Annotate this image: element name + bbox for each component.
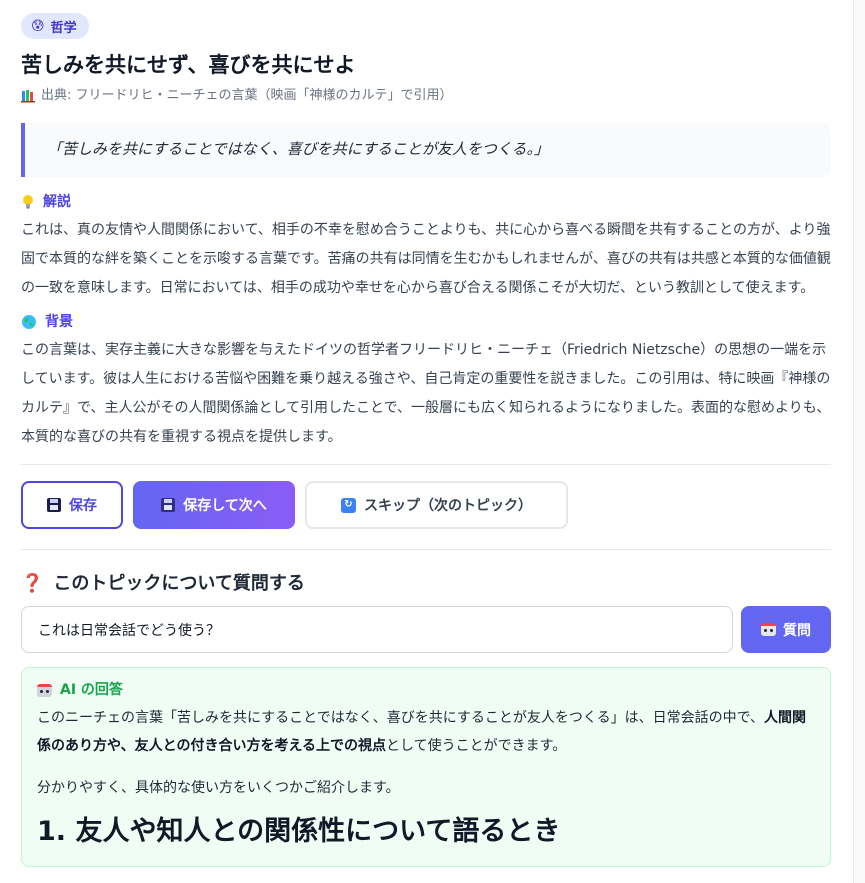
background-body: この言葉は、実存主義に大きな影響を与えたドイツの哲学者フリードリヒ・ニーチェ（F… [21,342,831,445]
ai-answer-section-title: 1. 友人や知人との関係性について語るとき [37,816,561,847]
save-and-next-button[interactable]: 保存して次へ [133,481,295,529]
source-line: 出典: フリードリヒ・ニーチェの言葉（映画「神様のカルテ」で引用） [21,87,831,105]
topic-title: 苦しみを共にせず、喜びを共にせよ [21,53,356,77]
explanation-heading-label: 解説 [43,194,71,210]
ask-button-label: 質問 [783,622,811,639]
ai-answer-text: として使うことができます。 [386,738,567,754]
ask-heading-label: このトピックについて質問する [53,573,305,594]
source-text: 出典: フリードリヒ・ニーチェの言葉（映画「神様のカルテ」で引用） [41,88,453,103]
refresh-icon: ↻ [341,497,356,513]
topic-card: 😰 哲学 苦しみを共にせず、喜びを共にせよ 出典: フリードリヒ・ニーチェの言葉… [21,13,831,867]
category-badge: 😰 哲学 [21,13,89,39]
background-heading: 背景 [21,312,831,332]
divider [21,549,831,550]
category-label: 哲学 [50,20,77,36]
books-icon [21,90,35,103]
question-input[interactable] [21,606,733,653]
explanation-body: これは、真の友情や人間関係において、相手の不幸を慰め合うことよりも、共に心から喜… [21,222,831,296]
floppy-disk-icon [47,498,61,512]
ai-answer-heading-label: AI の回答 [60,682,123,698]
ask-heading: ❓ このトピックについて質問する [21,572,831,596]
ask-button[interactable]: 質問 [741,606,831,653]
ai-answer-paragraph: 分かりやすく、具体的な使い方をいくつかご紹介します。 [37,780,400,796]
robot-icon [761,623,776,636]
ai-answer-panel: AI の回答 このニーチェの言葉「苦しみを共にすることではなく、喜びを共にするこ… [21,667,831,867]
lightbulb-icon [23,195,33,209]
robot-icon [37,683,52,697]
ai-answer-paragraph: このニーチェの言葉「苦しみを共にすることではなく、喜びを共にすることが友人をつく… [37,704,815,760]
save-button-label: 保存 [69,498,97,514]
save-and-next-label: 保存して次へ [183,498,267,514]
action-bar: 保存 保存して次へ ↻ スキップ（次のトピック） [21,481,831,529]
question-mark-icon: ❓ [21,573,44,594]
floppy-disk-icon [161,498,176,512]
ask-form: 質問 [21,606,831,653]
save-button[interactable]: 保存 [21,481,123,529]
scrollbar-track[interactable] [853,0,865,883]
divider [21,464,831,465]
explanation-heading: 解説 [21,192,831,212]
page: 😰 哲学 苦しみを共にせず、喜びを共にせよ 出典: フリードリヒ・ニーチェの言葉… [0,0,865,883]
anxious-face-icon: 😰 [31,18,45,34]
skip-button[interactable]: ↻ スキップ（次のトピック） [305,481,568,529]
ai-answer-heading: AI の回答 [37,680,815,700]
quote-block: 「苦しみを共にすることではなく、喜びを共にすることが友人をつくる。」 [21,123,831,177]
globe-icon [22,315,36,329]
ai-answer-text: このニーチェの言葉「苦しみを共にすることではなく、喜びを共にすることが友人をつく… [37,710,765,726]
background-heading-label: 背景 [45,314,73,330]
skip-button-label: スキップ（次のトピック） [364,498,532,514]
